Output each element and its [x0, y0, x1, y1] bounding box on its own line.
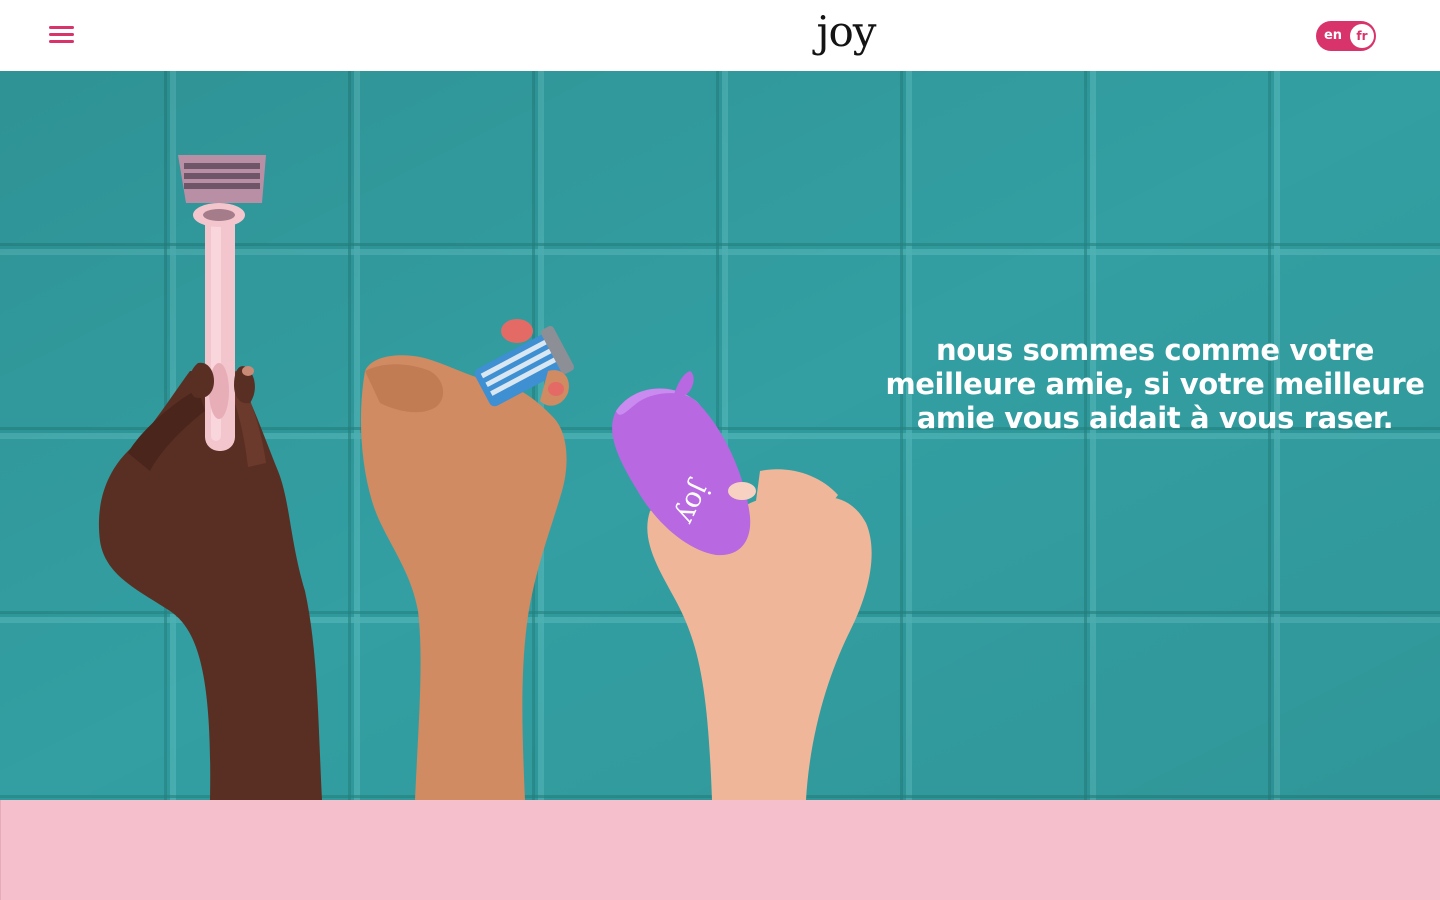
menu-bar-top	[49, 26, 74, 29]
language-option-fr-active[interactable]: fr	[1350, 24, 1374, 48]
menu-bar-bottom	[49, 40, 74, 43]
language-option-en[interactable]: en	[1323, 27, 1343, 45]
language-toggle[interactable]: en fr	[1316, 21, 1376, 51]
site-header: joy en fr	[0, 0, 1440, 71]
hands-with-razors-illustration: joy	[98, 155, 872, 800]
hamburger-menu-icon[interactable]	[49, 24, 75, 46]
menu-bar-middle	[49, 33, 74, 36]
hero-tagline: nous sommes comme votre meilleure amie, …	[885, 333, 1425, 435]
fair-hand-with-purple-holder: joy	[612, 371, 872, 800]
joy-logo[interactable]: joy	[808, 6, 884, 62]
dark-hand-with-pink-razor	[98, 155, 322, 800]
light-hand-with-blue-cartridge	[360, 319, 575, 800]
hero-banner: joy nous sommes comme votre meilleure am…	[0, 71, 1440, 800]
pink-section-top	[0, 800, 1440, 900]
